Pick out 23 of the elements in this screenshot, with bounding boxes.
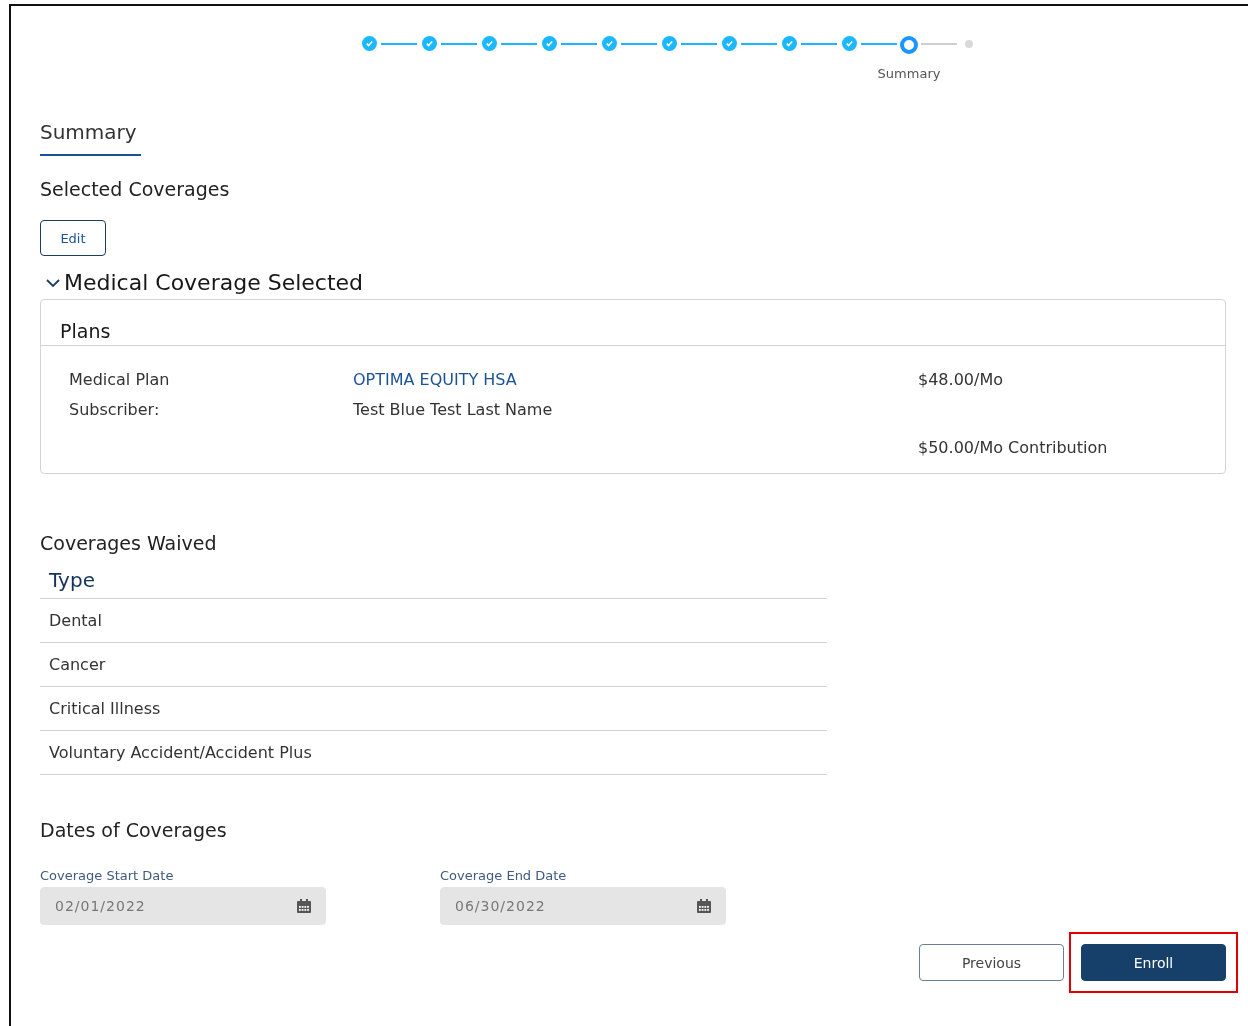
chevron-icon [46, 277, 60, 288]
field-label: Coverage End Date [440, 868, 568, 883]
field-label: Coverage Start Date [40, 868, 175, 883]
field-value: Test Blue Test Last Name [353, 400, 554, 419]
page-title: Summary [40, 120, 141, 156]
step-label: Summary [877, 66, 941, 81]
table-cell: Dental [40, 599, 827, 643]
column-header: Type [40, 568, 827, 599]
section-heading: Dates of Coverages [40, 819, 228, 841]
field-label: Subscriber: [69, 400, 161, 419]
edit-button[interactable]: Edit [40, 220, 106, 256]
previous-button[interactable]: Previous [919, 944, 1064, 981]
contribution-text: $50.00/Mo Contribution [918, 438, 1109, 457]
table-cell: Voluntary Accident/Accident Plus [40, 731, 827, 775]
enroll-button[interactable]: Enroll [1081, 944, 1226, 981]
price-text: $48.00/Mo [918, 370, 1004, 389]
table-cell: Cancer [40, 643, 827, 687]
card-title: Plans [41, 300, 1225, 346]
section-heading: Selected Coverages [40, 178, 231, 200]
table-cell: Critical Illness [40, 687, 827, 731]
field-label: Medical Plan [69, 370, 171, 389]
plan-link[interactable]: OPTIMA EQUITY HSA [353, 370, 918, 389]
section-heading: Coverages Waived [40, 532, 218, 554]
